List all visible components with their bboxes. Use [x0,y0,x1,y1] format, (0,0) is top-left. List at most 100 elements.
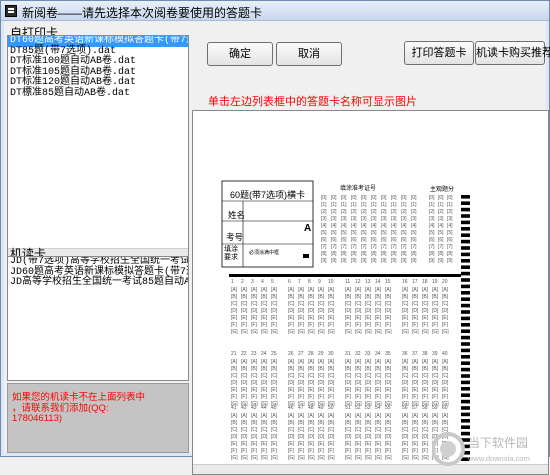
id-bubble: [1] [361,202,367,208]
answer-bubble: [A] [318,359,325,365]
answer-bubble: [F] [288,394,294,400]
reader-card-listbox[interactable]: JD(带7选项)高等学校招生全国统一考试85题.datJD60题高考英语新课标模… [7,256,189,381]
answer-bubble: [A] [241,287,248,293]
id-bubble: [3] [321,216,327,222]
id-bubble: [9] [341,258,347,264]
question-number: 4 [261,279,264,285]
answer-bubble: [F] [412,322,418,328]
answer-bubble: [B] [385,420,392,426]
question-number: 12 [355,279,361,285]
answer-bubble: [E] [385,387,392,393]
ok-button[interactable]: 确定 [207,42,273,66]
answer-bubble: [F] [328,322,334,328]
self-print-item[interactable]: DT標准85题自动AB卷.dat [8,88,188,100]
answer-bubble: [C] [355,373,362,379]
question-number: 46 [288,405,294,411]
self-print-item[interactable]: DT标准100题自动AB卷.dat [8,56,188,68]
answer-bubble: [D] [251,308,258,314]
id-bubble: [1] [351,202,357,208]
answer-bubble: [D] [422,380,429,386]
answer-bubble: [A] [271,287,278,293]
answer-bubble: [F] [365,448,371,454]
print-card-button[interactable]: 打印答题卡 [404,41,474,65]
answer-bubble: [D] [251,434,258,440]
question-number: 32 [355,351,361,357]
answer-bubble: [D] [412,434,419,440]
question-number: 56 [402,405,408,411]
answer-bubble: [C] [412,301,419,307]
id-bubble: [6] [361,237,367,243]
answer-bubble: [D] [288,434,295,440]
answer-bubble: [E] [412,441,419,447]
timing-mark [461,374,470,378]
answer-bubble: [A] [288,413,295,419]
answer-bubble: [A] [412,287,419,293]
answer-bubble: [B] [422,420,429,426]
score-bubble: [5] [438,230,444,236]
answer-bubble: [C] [231,373,238,379]
timing-marks [461,195,470,461]
answer-bubble: [D] [251,380,258,386]
answer-bubble: [A] [365,359,372,365]
self-print-listbox[interactable]: DT60题高考英语新课标模拟答题卡(带7选项)A卷.datDT85题(带7选项)… [7,35,189,257]
answer-bubble: [D] [375,434,382,440]
answer-bubble: [G] [261,329,268,335]
answer-bubble: [B] [355,294,362,300]
cancel-button[interactable]: 取消 [276,42,342,66]
id-bubble: [6] [351,237,357,243]
answer-bubble: [B] [412,366,419,372]
answer-bubble: [C] [251,373,258,379]
question-number: 14 [375,279,381,285]
answer-bubble: [D] [355,380,362,386]
answer-bubble: [B] [432,420,439,426]
answer-bubble: [D] [328,434,335,440]
question-number: 3 [251,279,254,285]
id-bubble: [8] [361,251,367,257]
id-bubble: [5] [401,230,407,236]
question-number: 34 [375,351,381,357]
answer-bubble: [F] [298,394,304,400]
reader-card-item[interactable]: JD高等学校招生全国统一考试85题自动AB卷.dat [8,277,188,289]
answer-bubble: [A] [271,359,278,365]
self-print-item[interactable]: DT60题高考英语新课标模拟答题卡(带7选项)A卷.dat [8,36,188,47]
answer-bubble: [F] [402,322,408,328]
self-print-item[interactable]: DT标准120题自动AB卷.dat [8,77,188,89]
answer-bubble: [D] [365,434,372,440]
timing-mark [461,323,470,327]
answer-bubble: [A] [251,287,258,293]
answer-bubble: [C] [432,373,439,379]
id-bubble: [0] [411,195,417,201]
id-bubble: [1] [401,202,407,208]
score-bubble: [4] [429,223,435,229]
answer-bubble: [C] [251,427,258,433]
question-number: 5 [271,279,274,285]
answer-bubble: [G] [271,455,278,461]
answer-bubble: [E] [355,387,362,393]
answer-bubble: [D] [271,308,278,314]
answer-bubble: [F] [298,448,304,454]
answer-bubble: [B] [271,420,278,426]
answer-bubble: [F] [241,394,247,400]
answer-bubble: [A] [355,413,362,419]
id-bubble: [0] [361,195,367,201]
answer-bubble: [F] [318,448,324,454]
timing-mark [461,387,470,391]
answer-bubble: [D] [402,308,409,314]
answer-bubble: [E] [261,315,268,321]
answer-bubble: [D] [241,308,248,314]
answer-bubble: [D] [442,308,449,314]
answer-bubble: [D] [345,380,352,386]
reader-card-item[interactable]: JD(带7选项)高等学校招生全国统一考试85题.dat [8,257,188,268]
answer-bubble: [F] [231,394,237,400]
watermark-logo: 当下软件园 www.downxia.com [432,432,530,466]
answer-bubble: [D] [261,308,268,314]
buy-card-button[interactable]: 机读卡购买推荐 [475,41,550,65]
id-bubble: [9] [401,258,407,264]
answer-bubble: [D] [231,434,238,440]
answer-bubble: [C] [298,301,305,307]
timing-mark [461,419,470,423]
answer-bubble: [C] [385,373,392,379]
id-bubble: [3] [381,216,387,222]
question-number: 47 [298,405,304,411]
question-number: 52 [355,405,361,411]
